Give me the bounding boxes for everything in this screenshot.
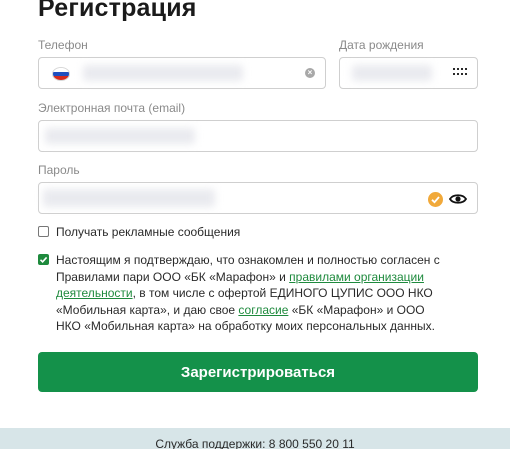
register-button[interactable]: Зарегистрироваться	[38, 352, 478, 392]
password-label: Пароль	[38, 163, 80, 177]
check-badge-icon	[428, 192, 443, 207]
phone-label: Телефон	[38, 38, 88, 52]
consent-checkbox[interactable]	[38, 254, 49, 265]
email-field[interactable]	[38, 120, 478, 152]
footer: Служба поддержки: 8 800 550 20 11	[0, 428, 510, 449]
support-phone[interactable]: Служба поддержки: 8 800 550 20 11	[0, 437, 510, 449]
clear-icon[interactable]: ×	[305, 68, 315, 78]
password-field[interactable]	[38, 182, 478, 214]
consent-link[interactable]: согласие	[238, 303, 288, 317]
phone-field[interactable]: ×	[38, 57, 326, 89]
russia-flag-icon[interactable]	[52, 67, 70, 81]
calendar-grid-icon[interactable]	[453, 66, 467, 78]
eye-shape	[448, 194, 468, 204]
email-label: Электронная почта (email)	[38, 101, 186, 115]
consent-check-mark	[39, 256, 48, 263]
ads-checkbox[interactable]	[38, 226, 49, 237]
birth-date-value-redacted	[352, 65, 432, 81]
consent-text: Настоящим я подтверждаю, что ознакомлен …	[56, 252, 441, 335]
phone-value-redacted	[83, 65, 243, 81]
page-title: Регистрация	[38, 0, 197, 22]
birth-date-label: Дата рождения	[339, 38, 424, 52]
ads-checkbox-label[interactable]: Получать рекламные сообщения	[56, 225, 240, 239]
birth-date-field[interactable]	[339, 57, 478, 89]
check-mark-shape	[431, 196, 440, 204]
eye-icon[interactable]	[448, 192, 468, 206]
email-value-redacted	[45, 128, 195, 144]
password-value-redacted	[43, 189, 215, 207]
